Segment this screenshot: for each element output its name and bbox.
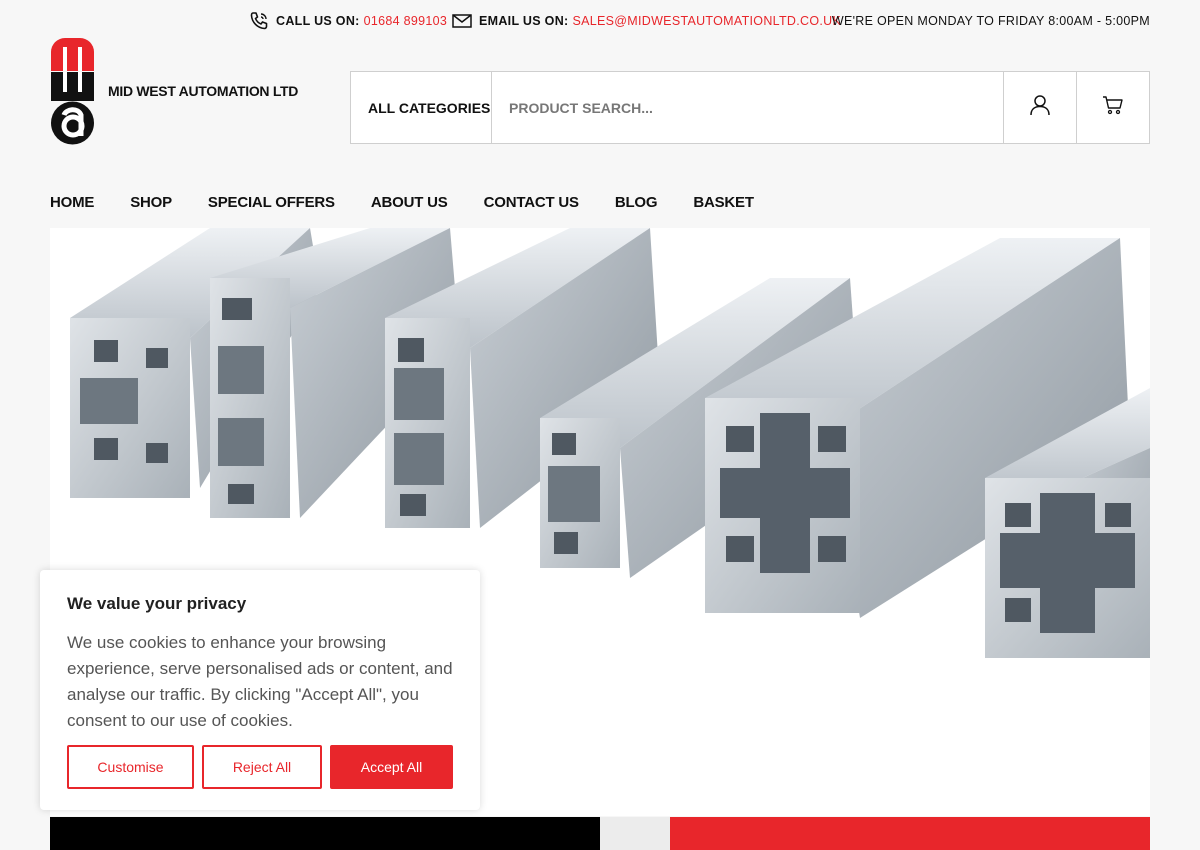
nav-basket[interactable]: BASKET [693, 190, 754, 216]
opening-hours: WE'RE OPEN MONDAY TO FRIDAY 8:00AM - 5:0… [831, 14, 1150, 28]
banner-left-panel [50, 817, 600, 850]
cookie-consent-dialog: We value your privacy We use cookies to … [40, 570, 480, 810]
top-contact-bar: CALL US ON: 01684 899103 EMAIL US ON: SA… [0, 8, 1200, 34]
secondary-banner-strip [50, 817, 1150, 850]
accept-all-button[interactable]: Accept All [330, 745, 453, 789]
account-button[interactable] [1003, 72, 1076, 143]
phone-icon [248, 10, 270, 32]
nav-contact-us[interactable]: CONTACT US [484, 190, 579, 216]
call-us[interactable]: CALL US ON: 01684 899103 [248, 8, 447, 34]
search-input[interactable] [492, 72, 1003, 143]
cookie-title: We value your privacy [67, 594, 247, 613]
banner-red-panel [670, 817, 1150, 850]
nav-special-offers[interactable]: SPECIAL OFFERS [208, 190, 335, 216]
user-icon [1029, 94, 1051, 121]
site-logo[interactable]: MID WEST AUTOMATION LTD [50, 36, 310, 146]
cart-button[interactable] [1076, 72, 1149, 143]
envelope-icon [451, 10, 473, 32]
main-nav: HOME SHOP SPECIAL OFFERS ABOUT US CONTAC… [50, 190, 754, 216]
category-select[interactable]: ALL CATEGORIES [351, 72, 492, 143]
nav-shop[interactable]: SHOP [130, 190, 172, 216]
email-address[interactable]: SALES@MIDWESTAUTOMATIONLTD.CO.UK [572, 14, 841, 28]
cookie-text: We use cookies to enhance your browsing … [67, 633, 453, 730]
logo-mark [51, 38, 94, 145]
email-label: EMAIL US ON: [479, 14, 569, 28]
phone-number[interactable]: 01684 899103 [364, 14, 448, 28]
cookie-buttons: Customise Reject All Accept All [67, 745, 453, 789]
logo-text: MID WEST AUTOMATION LTD [108, 83, 299, 99]
customise-button[interactable]: Customise [67, 745, 194, 789]
reject-all-button[interactable]: Reject All [202, 745, 322, 789]
nav-home[interactable]: HOME [50, 190, 94, 216]
nav-blog[interactable]: BLOG [615, 190, 658, 216]
email-us[interactable]: EMAIL US ON: SALES@MIDWESTAUTOMATIONLTD.… [451, 8, 841, 34]
call-label: CALL US ON: [276, 14, 360, 28]
nav-about-us[interactable]: ABOUT US [371, 190, 448, 216]
cart-icon [1102, 95, 1124, 120]
product-search-bar: ALL CATEGORIES [350, 71, 1150, 144]
